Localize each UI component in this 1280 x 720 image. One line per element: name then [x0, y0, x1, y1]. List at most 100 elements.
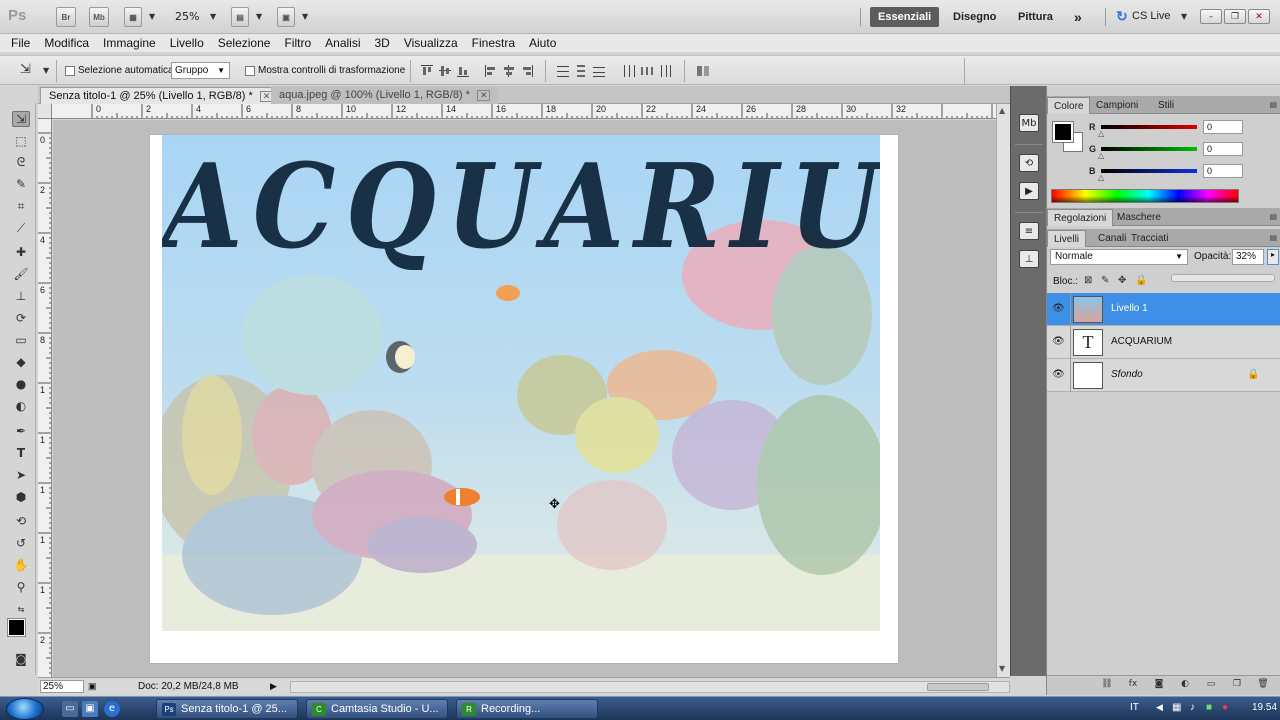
adjustment-layer-icon[interactable]: ◐	[1179, 679, 1191, 691]
status-info-icon[interactable]: ▣	[88, 681, 97, 692]
workspace-disegno[interactable]: Disegno	[945, 7, 1004, 27]
move-tool-preset-icon[interactable]: ⇲	[20, 62, 31, 77]
close-icon[interactable]: ✕	[476, 90, 491, 101]
explorer-icon[interactable]: ▣	[82, 701, 98, 717]
scroll-up-icon[interactable]: ▲	[999, 106, 1005, 115]
distribute-right-icon[interactable]	[658, 64, 672, 78]
menu-livello[interactable]: Livello	[163, 36, 211, 50]
tray-camtasia-icon[interactable]: ■	[1206, 702, 1212, 713]
scroll-thumb[interactable]	[927, 683, 989, 691]
tab-colore[interactable]: Colore	[1047, 97, 1091, 114]
workspace-essenziali[interactable]: Essenziali	[870, 7, 940, 27]
tab-campioni[interactable]: Campioni	[1090, 97, 1144, 114]
taskbar-camtasia[interactable]: C Camtasia Studio - U...	[306, 699, 448, 719]
trash-icon[interactable]: 🗑	[1257, 679, 1269, 691]
eraser-tool-icon[interactable]: ▭	[12, 332, 30, 348]
document-page[interactable]: ACQUARIUM	[150, 135, 898, 663]
layer-mask-icon[interactable]: ◙	[1153, 679, 1165, 691]
transform-controls-checkbox[interactable]	[245, 66, 255, 76]
menu-filtro[interactable]: Filtro	[277, 36, 318, 50]
blue-slider[interactable]	[1101, 169, 1197, 173]
shape-tool-icon[interactable]: ⬢	[12, 489, 30, 505]
taskbar-recording[interactable]: R Recording...	[456, 699, 598, 719]
aquarium-layer-image[interactable]: ACQUARIUM	[162, 135, 880, 631]
quick-mask-icon[interactable]: ◙	[12, 651, 30, 667]
eyedropper-tool-icon[interactable]: ⟋	[12, 220, 30, 236]
menu-file[interactable]: File	[4, 36, 37, 50]
panel-menu-icon[interactable]: ▤	[1269, 100, 1277, 109]
workspace-pittura[interactable]: Pittura	[1010, 7, 1061, 27]
tray-recorder-icon[interactable]: ●	[1222, 702, 1228, 713]
horizontal-scrollbar[interactable]	[290, 681, 1010, 693]
link-layers-icon[interactable]: ⛓	[1101, 679, 1113, 691]
dodge-tool-icon[interactable]: ◐	[12, 398, 30, 414]
align-right-icon[interactable]	[520, 64, 534, 78]
green-value-field[interactable]: 0	[1203, 142, 1243, 156]
slider-handle-icon[interactable]: △	[1098, 173, 1104, 182]
pen-tool-icon[interactable]: ✒	[12, 423, 30, 439]
paint-bucket-tool-icon[interactable]: ◆	[12, 354, 30, 370]
align-left-icon[interactable]	[484, 64, 498, 78]
arrange-documents-icon[interactable]: ▤	[231, 7, 249, 27]
acquarium-title-text[interactable]: ACQUARIUM	[162, 137, 880, 275]
slider-handle-icon[interactable]: △	[1098, 151, 1104, 160]
eye-icon[interactable]: 👁	[1052, 336, 1066, 348]
menu-visualizza[interactable]: Visualizza	[397, 36, 465, 50]
color-spectrum[interactable]	[1051, 189, 1239, 203]
tab-regolazioni[interactable]: Regolazioni	[1047, 209, 1114, 226]
history-icon[interactable]: ⟲	[1019, 154, 1039, 172]
ruler-vertical[interactable]: 0 2 4 6 8 1 1 1 1 1 2	[38, 119, 52, 677]
history-brush-tool-icon[interactable]: ⟳	[12, 310, 30, 326]
more-workspaces-icon[interactable]: »	[1066, 7, 1090, 27]
slider-handle-icon[interactable]: △	[1098, 129, 1104, 138]
lock-all-icon[interactable]: 🔒	[1135, 275, 1147, 287]
marquee-tool-icon[interactable]: ⬚	[12, 133, 30, 149]
opacity-slider-toggle-icon[interactable]: ▸	[1267, 249, 1279, 265]
close-icon[interactable]: ✕	[1248, 9, 1270, 24]
red-value-field[interactable]: 0	[1203, 120, 1243, 134]
tab-stili[interactable]: Stili	[1152, 97, 1180, 114]
distribute-vcenter-icon[interactable]	[574, 64, 588, 78]
screen-mode-icon[interactable]: ▣	[277, 7, 295, 27]
zoom-caret-icon[interactable]: ▼	[210, 12, 216, 21]
3d-orbit-tool-icon[interactable]: ↺	[12, 535, 30, 551]
canvas-area[interactable]: ACQUARIUM ✥	[53, 120, 996, 677]
layer-row-sfondo[interactable]: 👁 Sfondo 🔒	[1047, 359, 1280, 392]
new-group-icon[interactable]: ▭	[1205, 679, 1217, 691]
menu-analisi[interactable]: Analisi	[318, 36, 367, 50]
distribute-hcenter-icon[interactable]	[640, 64, 654, 78]
tray-network-icon[interactable]: ▦	[1172, 702, 1181, 713]
brush-tool-icon[interactable]: 🖌	[12, 266, 30, 282]
crop-tool-icon[interactable]: ⌗	[12, 198, 30, 214]
brush-presets-icon[interactable]: ≡	[1019, 222, 1039, 240]
tab-senza-titolo[interactable]: Senza titolo-1 @ 25% (Livello 1, RGB/8) …	[40, 87, 283, 104]
lasso-tool-icon[interactable]: ᘓ	[12, 154, 30, 170]
show-desktop-icon[interactable]: ▭	[62, 701, 78, 717]
layer-style-icon[interactable]: fx	[1127, 679, 1139, 691]
view-extras-caret-icon[interactable]: ▼	[149, 12, 155, 21]
align-top-icon[interactable]	[420, 64, 434, 78]
view-extras-icon[interactable]: ▦	[124, 7, 142, 27]
menu-aiuto[interactable]: Aiuto	[522, 36, 563, 50]
scroll-down-icon[interactable]: ▼	[999, 664, 1005, 673]
type-tool-icon[interactable]: T	[12, 445, 30, 461]
eye-icon[interactable]: 👁	[1052, 369, 1066, 381]
mini-bridge-button[interactable]: Mb	[89, 7, 109, 27]
blue-value-field[interactable]: 0	[1203, 164, 1243, 178]
restore-icon[interactable]: ❐	[1224, 9, 1246, 24]
foreground-color-swatch[interactable]	[7, 618, 26, 637]
layer-row-acquarium[interactable]: 👁 T ACQUARIUM	[1047, 326, 1280, 359]
arrange-caret-icon[interactable]: ▼	[256, 12, 262, 21]
tab-livelli[interactable]: Livelli	[1047, 230, 1087, 247]
cslive-label[interactable]: CS Live	[1132, 10, 1171, 22]
red-slider[interactable]	[1101, 125, 1197, 129]
clone-stamp-tool-icon[interactable]: ⊥	[12, 288, 30, 304]
tab-tracciati[interactable]: Tracciati	[1125, 230, 1174, 247]
zoom-tool-icon[interactable]: ⚲	[12, 579, 30, 595]
bridge-button[interactable]: Br	[56, 7, 76, 27]
fill-slider[interactable]	[1171, 274, 1275, 282]
menu-immagine[interactable]: Immagine	[96, 36, 163, 50]
eye-icon[interactable]: 👁	[1052, 303, 1066, 315]
ruler-horizontal[interactable]: 0 2 4 6 8 10 12 14 16 18 20 22 24 26 28 …	[52, 104, 996, 119]
distribute-top-icon[interactable]	[556, 64, 570, 78]
